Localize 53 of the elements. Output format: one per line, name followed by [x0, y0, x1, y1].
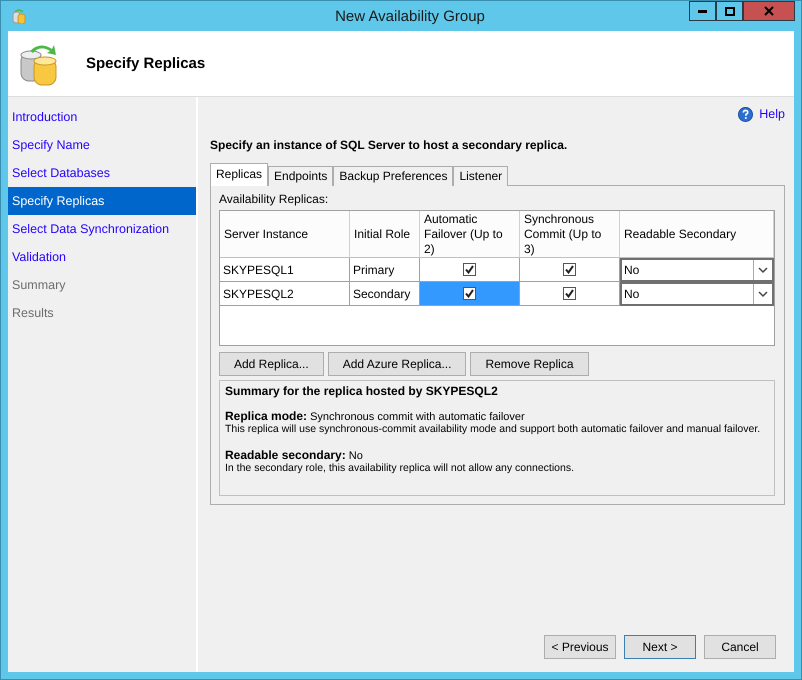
- nav-item[interactable]: Specify Name: [8, 131, 196, 159]
- summary-description: In the secondary role, this availability replica will not allow any connections.: [225, 462, 576, 474]
- help-icon: [738, 106, 754, 122]
- summary-description: This replica will use synchronous-commit availability mode and support both automatic failover and manual failover.: [225, 423, 762, 435]
- checkbox[interactable]: [563, 263, 576, 276]
- checkbox[interactable]: [563, 287, 576, 300]
- wizard-button[interactable]: Next >: [624, 635, 696, 659]
- nav-item[interactable]: Specify Replicas: [8, 187, 196, 215]
- tab[interactable]: Backup Preferences: [333, 166, 454, 186]
- action-button[interactable]: Add Azure Replica...: [328, 352, 466, 376]
- nav-item[interactable]: Introduction: [8, 103, 196, 131]
- checkbox-cell[interactable]: [520, 258, 620, 282]
- tab[interactable]: Listener: [453, 166, 508, 186]
- instruction-text: Specify an instance of SQL Server to host a secondary replica.: [210, 138, 568, 152]
- maximize-icon: [724, 6, 734, 16]
- minimize-button[interactable]: [689, 1, 716, 21]
- close-button[interactable]: [743, 1, 795, 21]
- checkbox[interactable]: [463, 287, 476, 300]
- table-cell: Primary: [350, 258, 420, 282]
- nav-item[interactable]: Select Data Synchronization: [8, 215, 196, 243]
- column-header: Readable Secondary: [620, 211, 774, 258]
- minimize-icon: [698, 10, 707, 12]
- checkbox-cell[interactable]: [520, 282, 620, 306]
- readable-dropdown[interactable]: No: [620, 282, 774, 306]
- action-button[interactable]: Remove Replica: [470, 352, 588, 376]
- action-button[interactable]: Add Replica...: [219, 352, 324, 376]
- checkbox[interactable]: [463, 263, 476, 276]
- column-header: Synchronous Commit (Up to 3): [520, 211, 620, 258]
- column-header: Server Instance: [220, 211, 350, 258]
- tab[interactable]: Replicas: [210, 163, 268, 186]
- page-title: Specify Replicas: [86, 55, 206, 72]
- replicas-label: Availability Replicas:: [219, 192, 330, 206]
- wizard-button[interactable]: < Previous: [544, 635, 616, 659]
- database-app-icon: [12, 8, 26, 24]
- help-link[interactable]: Help: [759, 107, 785, 121]
- table-cell: SKYPESQL1: [220, 258, 350, 282]
- summary-line: Replica mode: Synchronous commit with automatic failover: [225, 409, 526, 423]
- close-icon: [764, 6, 774, 16]
- maximize-button[interactable]: [716, 1, 743, 21]
- table-cell: Secondary: [350, 282, 420, 306]
- column-header: Automatic Failover (Up to 2): [420, 211, 520, 258]
- nav-item[interactable]: Select Databases: [8, 159, 196, 187]
- nav-item[interactable]: Validation: [8, 243, 196, 271]
- checkbox-cell[interactable]: [420, 282, 520, 306]
- tab[interactable]: Endpoints: [268, 166, 334, 186]
- summary-line: Readable secondary: No: [225, 448, 364, 462]
- wizard-button[interactable]: Cancel: [704, 635, 776, 659]
- table-cell: SKYPESQL2: [220, 282, 350, 306]
- window-title: New Availability Group: [335, 8, 485, 24]
- column-header: Initial Role: [350, 211, 420, 258]
- checkbox-cell[interactable]: [420, 258, 520, 282]
- summary-title: Summary for the replica hosted by SKYPESQL2: [225, 384, 499, 398]
- readable-dropdown[interactable]: No: [620, 258, 774, 282]
